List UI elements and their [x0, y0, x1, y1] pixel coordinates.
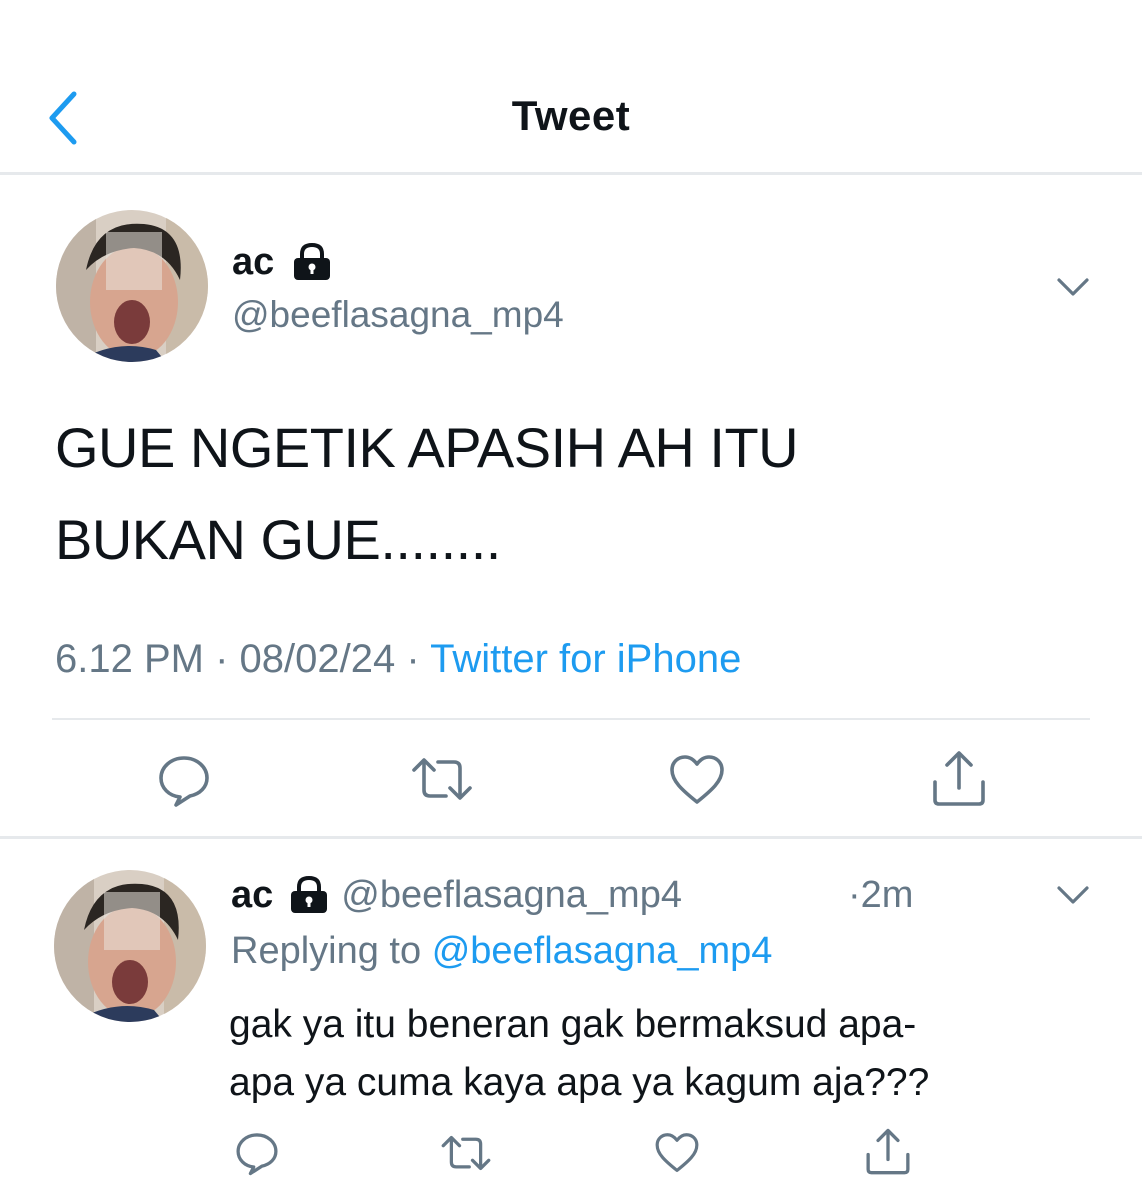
tweet-options-button[interactable]	[1056, 274, 1090, 300]
chevron-down-icon	[1057, 278, 1089, 296]
reply-time: ·2m	[848, 874, 914, 916]
reply-options-button[interactable]	[1056, 882, 1090, 908]
retweet-icon	[412, 758, 472, 800]
reply-text-line: apa ya cuma kaya apa ya kagum aja???	[229, 1061, 930, 1104]
tweet-meta: 6.12 PM · 08/02/24 · Twitter for iPhone	[55, 637, 741, 682]
reply-avatar[interactable]	[54, 870, 206, 1022]
reply-author-name[interactable]: ac	[231, 874, 273, 917]
chevron-down-icon	[1057, 886, 1089, 904]
reply-author-row: ac @beeflasagna_mp4	[231, 872, 682, 918]
reply-reply-button[interactable]	[234, 1130, 280, 1176]
tweet-divider	[0, 836, 1142, 839]
top-bar: Tweet	[0, 0, 1142, 174]
header-divider	[0, 172, 1142, 175]
comment-icon	[236, 1133, 278, 1176]
reply-share-button[interactable]	[864, 1128, 912, 1176]
retweet-icon	[441, 1135, 491, 1171]
heart-icon	[670, 755, 724, 804]
reply-author-handle[interactable]: @beeflasagna_mp4	[341, 874, 682, 917]
share-button[interactable]	[930, 750, 988, 808]
tweet-text-line: GUE NGETIK APASIH AH ITU	[55, 416, 799, 479]
avatar[interactable]	[56, 210, 208, 362]
author-name[interactable]: ac	[232, 241, 274, 284]
reply-like-button[interactable]	[654, 1132, 700, 1174]
tweet-text-line: BUKAN GUE........	[55, 508, 501, 571]
page-title: Tweet	[511, 92, 631, 139]
tweet-source-link[interactable]: Twitter for iPhone	[430, 637, 741, 681]
reply-text-line: gak ya itu beneran gak bermaksud apa-	[229, 1003, 917, 1046]
comment-icon	[159, 756, 209, 807]
meta-separator: ·	[215, 637, 229, 681]
avatar-photo	[54, 870, 206, 1022]
reply-text: gak ya itu beneran gak bermaksud apa- ap…	[229, 996, 929, 1112]
heart-icon	[655, 1133, 699, 1173]
lock-icon	[291, 875, 328, 913]
author-handle[interactable]: @beeflasagna_mp4	[232, 294, 564, 336]
replying-to: Replying to @beeflasagna_mp4	[231, 930, 772, 973]
tweet-text: GUE NGETIK APASIH AH ITU BUKAN GUE......…	[55, 402, 799, 586]
meta-divider	[52, 718, 1090, 720]
avatar-photo	[56, 210, 208, 362]
reply-retweet-button[interactable]	[440, 1132, 492, 1174]
replying-to-label: Replying to	[231, 930, 422, 972]
author-name-row: ac	[232, 240, 334, 284]
share-icon	[933, 751, 985, 806]
share-icon	[866, 1128, 910, 1175]
reply-button[interactable]	[156, 752, 212, 808]
tweet-time: 6.12 PM	[55, 637, 204, 681]
tweet-date: 08/02/24	[239, 637, 396, 681]
replying-to-mention[interactable]: @beeflasagna_mp4	[432, 930, 773, 972]
like-button[interactable]	[668, 754, 726, 806]
lock-icon	[294, 242, 331, 280]
meta-separator: ·	[406, 637, 420, 681]
retweet-button[interactable]	[410, 754, 474, 804]
